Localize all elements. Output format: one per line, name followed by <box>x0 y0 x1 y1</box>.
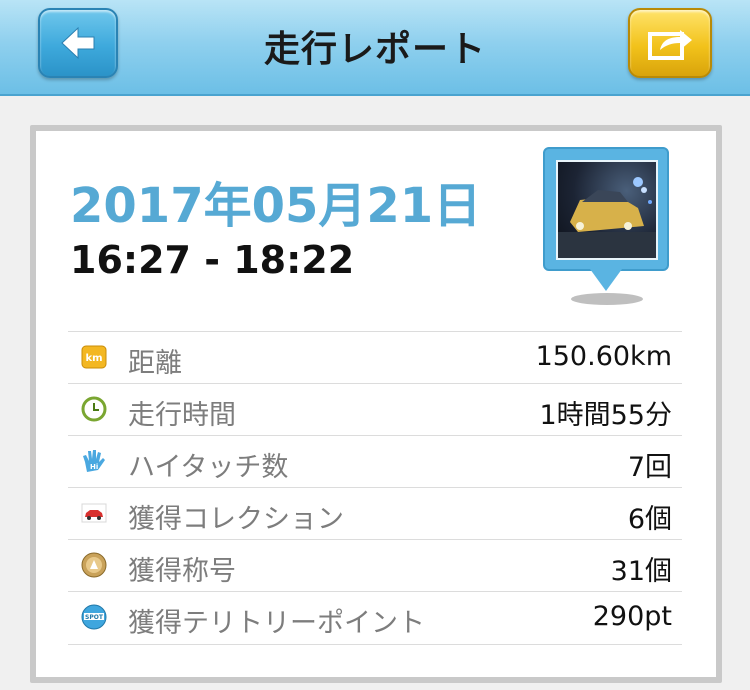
share-icon <box>648 30 692 60</box>
photo-thumbnail[interactable] <box>556 160 658 260</box>
stat-value: 290pt <box>592 601 672 632</box>
stat-row-drive-time: 走行時間 1時間55分 <box>68 383 682 435</box>
stat-value: 7回 <box>627 452 672 483</box>
stat-label: 獲得テリトリーポイント <box>128 608 425 639</box>
stats-table: km 距離 150.60km 走行時間 1時間55分 Hi ハイタッチ数 7回 … <box>68 331 682 645</box>
medal-icon <box>81 552 107 578</box>
stat-value: 6個 <box>627 504 672 535</box>
hand-hi-icon: Hi <box>83 450 105 472</box>
stat-value: 1時間55分 <box>539 400 672 431</box>
stat-row-distance: km 距離 150.60km <box>68 331 682 383</box>
stat-row-territory-points: SPOT 獲得テリトリーポイント 290pt <box>68 591 682 645</box>
stat-label: ハイタッチ数 <box>128 452 289 483</box>
stat-value: 31個 <box>610 556 672 587</box>
svg-text:SPOT: SPOT <box>85 614 104 621</box>
report-time-range: 16:27 - 18:22 <box>70 238 355 282</box>
photo-pin[interactable] <box>543 147 669 307</box>
pin-shadow <box>571 293 643 305</box>
stat-label: 距離 <box>128 348 182 379</box>
pin-pointer <box>590 269 622 291</box>
report-date: 2017年05月21日 <box>70 178 482 234</box>
stat-row-hi-touch: Hi ハイタッチ数 7回 <box>68 435 682 487</box>
svg-text:Hi: Hi <box>90 463 98 471</box>
spot-badge-icon: SPOT <box>81 604 107 630</box>
photo-frame <box>543 147 669 271</box>
stat-row-titles: 獲得称号 31個 <box>68 539 682 591</box>
stat-value: 150.60km <box>535 341 672 372</box>
stat-label: 走行時間 <box>128 400 236 431</box>
stat-label: 獲得コレクション <box>128 504 344 535</box>
car-card-icon <box>81 503 107 523</box>
car-photo-icon <box>558 177 656 258</box>
share-button[interactable] <box>628 8 712 78</box>
clock-icon <box>81 396 107 422</box>
top-bar: 走行レポート <box>0 0 750 96</box>
stat-row-collection: 獲得コレクション 6個 <box>68 487 682 539</box>
svg-text:km: km <box>85 353 102 364</box>
km-badge-icon: km <box>81 345 107 369</box>
stat-label: 獲得称号 <box>128 556 236 587</box>
